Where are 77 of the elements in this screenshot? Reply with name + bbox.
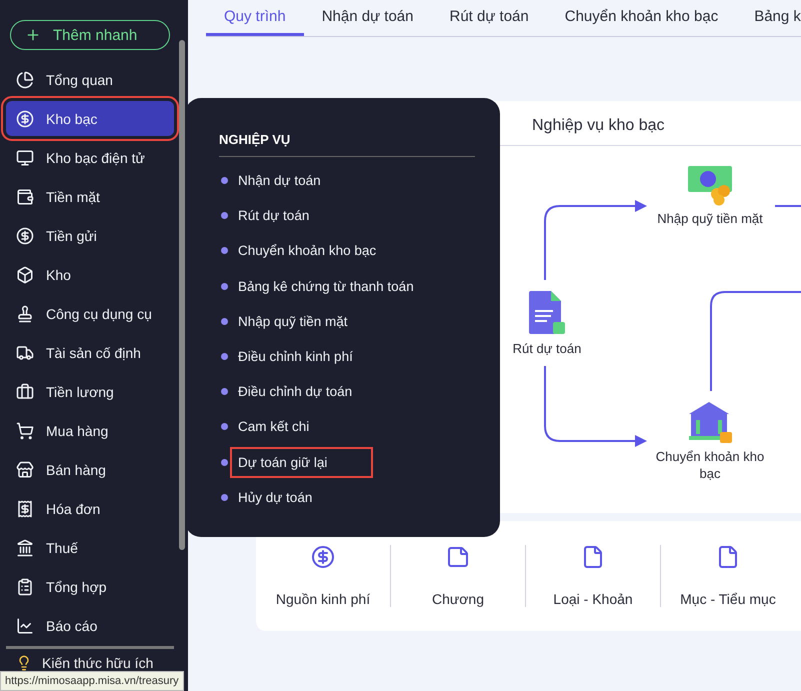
category-label[interactable]: Loại - Khoản — [553, 591, 633, 607]
sidebar-item[interactable]: Tiền mặt — [6, 179, 174, 214]
quick-add-button[interactable]: Thêm nhanh — [10, 20, 170, 50]
node-label: Chuyển khoản kho bạc — [654, 448, 766, 482]
menu-item[interactable]: Bảng kê chứng từ thanh toán — [230, 270, 460, 302]
bullet-icon — [221, 247, 228, 254]
menu-icon — [16, 226, 34, 244]
sidebar-item[interactable]: Công cụ dụng cụ — [6, 296, 174, 331]
menu-icon — [16, 344, 34, 362]
sidebar-item[interactable]: Kiến thức hữu ích — [42, 655, 154, 671]
sidebar-item[interactable]: Tổng quan — [6, 62, 174, 97]
menu-icon — [16, 500, 34, 518]
menu-icon — [16, 538, 34, 556]
bullet-icon — [221, 494, 228, 501]
bullet-icon — [221, 177, 228, 184]
category-label[interactable]: Nguồn kinh phí — [276, 591, 370, 607]
menu-icon — [16, 304, 34, 322]
plus-icon — [25, 27, 41, 43]
sidebar-item[interactable]: Mua hàng — [6, 413, 174, 448]
tab[interactable]: Rút dự toán — [431, 0, 547, 36]
menu-icon — [16, 148, 34, 166]
sidebar-item[interactable]: Hóa đơn — [6, 491, 174, 526]
bullet-icon — [221, 353, 228, 360]
menu-item[interactable]: Điều chỉnh kinh phí — [230, 341, 399, 372]
menu-item[interactable]: Chuyển khoản kho bạc — [230, 235, 422, 266]
sidebar-item[interactable]: Tiền gửi — [6, 218, 174, 253]
sidebar-item[interactable]: Kho bạc điện tử — [6, 140, 174, 175]
bullet-icon — [221, 423, 228, 430]
scrollbar[interactable] — [179, 40, 185, 550]
sidebar-item[interactable]: Báo cáo — [6, 608, 174, 643]
flow-line — [775, 205, 801, 207]
node-label: Nhập quỹ tiền mặt — [657, 210, 763, 227]
sidebar-item[interactable]: Tổng hợp — [6, 569, 174, 604]
sidebar-item[interactable]: Kho bạc — [6, 101, 174, 136]
menu-item[interactable]: Cam kết chi — [230, 411, 356, 442]
menu-item[interactable]: Nhập quỹ tiền mặt — [230, 306, 394, 337]
status-url: https://mimosaapp.misa.vn/treasury — [0, 671, 184, 691]
sidebar-item[interactable]: Thuế — [6, 530, 174, 565]
tab[interactable]: Nhận dự toán — [304, 0, 432, 36]
dollar-icon — [311, 545, 335, 569]
menu-icon — [16, 266, 34, 284]
menu-icon — [16, 616, 34, 634]
menu-item[interactable]: Nhận dự toán — [230, 165, 367, 196]
node-label: Rút dự toán — [512, 340, 582, 357]
file-icon — [581, 545, 605, 569]
bank-icon — [687, 400, 733, 444]
menu-item[interactable]: Hủy dự toán — [230, 482, 358, 513]
file-icon — [716, 545, 740, 569]
menu-icon — [16, 578, 34, 596]
note-icon — [446, 545, 470, 569]
bullet-icon — [221, 318, 228, 325]
menu-item[interactable]: Điều chỉnh dự toán — [230, 376, 398, 408]
menu-item[interactable]: Dự toán giữ lại — [230, 446, 374, 478]
menu-icon — [16, 110, 34, 128]
menu-item[interactable]: Rút dự toán — [230, 200, 356, 232]
sidebar-item[interactable]: Tiền lương — [6, 374, 174, 409]
sidebar-item[interactable]: Bán hàng — [6, 452, 174, 487]
card-title: Nghiệp vụ kho bạc — [532, 117, 665, 134]
menu-heading: NGHIỆP VỤ — [219, 132, 290, 147]
bullet-icon — [221, 212, 228, 220]
bullet-icon — [221, 388, 228, 396]
cash-icon — [687, 164, 733, 206]
menu-icon — [16, 188, 34, 206]
bullet-icon — [221, 282, 228, 290]
menu-icon — [16, 382, 34, 400]
menu-icon — [16, 422, 34, 440]
sidebar-item[interactable]: Tài sản cố định — [6, 335, 174, 370]
tab[interactable]: Bảng k — [736, 0, 801, 36]
tab[interactable]: Chuyển khoản kho bạc — [546, 0, 736, 36]
sidebar-item[interactable]: Kho — [6, 257, 174, 292]
bullet-icon — [221, 458, 228, 466]
document-icon — [527, 290, 567, 336]
category-label[interactable]: Mục - Tiểu mục — [680, 591, 776, 607]
menu-icon — [16, 460, 34, 478]
tab[interactable]: Quy trình — [206, 0, 304, 36]
category-label[interactable]: Chương — [432, 591, 484, 607]
menu-icon — [16, 70, 34, 88]
